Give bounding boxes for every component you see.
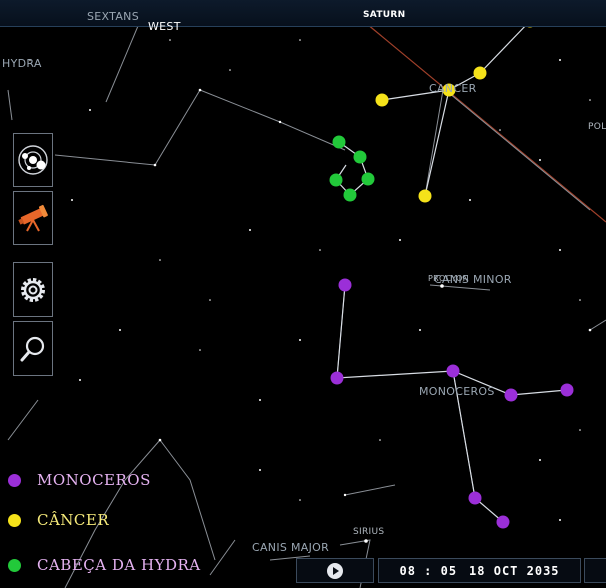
telescope-button[interactable] — [13, 191, 53, 245]
solar-system-button[interactable] — [13, 133, 53, 187]
time-bar-extra[interactable] — [584, 558, 606, 583]
label-sirius[interactable]: SIRIUS — [353, 527, 384, 537]
play-icon — [327, 562, 343, 579]
hydra-head-lines — [335, 141, 369, 196]
legend-dot — [8, 473, 21, 487]
label-canis-major: CANIS MAJOR — [252, 541, 330, 554]
monoceros-star — [338, 278, 352, 292]
monoceros-lines — [336, 284, 568, 523]
hydra-head-star — [353, 150, 367, 164]
cancer-star — [418, 189, 432, 203]
monoceros-star — [560, 383, 574, 397]
monoceros-star — [504, 388, 518, 402]
solar-system-icon — [18, 145, 48, 175]
constellation-lines — [7, 25, 606, 588]
gear-icon — [21, 277, 45, 302]
search-button[interactable] — [13, 321, 53, 376]
datetime-display[interactable]: 08 : 05 18 OCT 2035 — [378, 558, 581, 583]
label-saturn[interactable]: SATURN — [363, 10, 405, 20]
legend-label: MONOCEROS — [37, 471, 151, 489]
label-west: WEST — [148, 20, 181, 33]
cancer-lines — [381, 20, 531, 197]
hydra-head-star — [332, 135, 346, 149]
legend-label: CABEÇA DA HYDRA — [37, 556, 201, 574]
monoceros-star — [330, 371, 344, 385]
label-hydra: HYDRA — [2, 57, 42, 70]
legend-dot — [8, 513, 21, 527]
play-button[interactable] — [296, 558, 374, 583]
label-monoceros: MONOCEROS — [419, 385, 495, 398]
legend-label: CÂNCER — [37, 511, 110, 529]
hydra-head-star — [361, 172, 375, 186]
legend-item-monoceros: MONOCEROS — [8, 471, 151, 489]
ecliptic-line — [337, 0, 606, 223]
legend-item-cancer: CÂNCER — [8, 511, 109, 529]
cancer-stars — [375, 14, 537, 203]
date-display[interactable]: 18 OCT 2035 — [469, 564, 559, 578]
telescope-icon — [18, 204, 48, 232]
label-canis-minor: CANIS MINOR — [434, 273, 512, 286]
search-icon — [20, 336, 45, 361]
monoceros-star — [496, 515, 510, 529]
label-pollux[interactable]: POLL — [588, 122, 606, 132]
cancer-star — [375, 93, 389, 107]
legend-item-hydra-head: CABEÇA DA HYDRA — [8, 556, 201, 574]
settings-button[interactable] — [13, 262, 53, 317]
monoceros-star — [468, 491, 482, 505]
monoceros-star — [446, 364, 460, 378]
hydra-head-stars — [329, 135, 375, 202]
label-cancer: CANCER — [429, 82, 477, 95]
sky-map[interactable] — [0, 0, 606, 588]
time-display[interactable]: 08 : 05 — [399, 564, 457, 578]
cancer-star — [473, 66, 487, 80]
hydra-head-star — [343, 188, 357, 202]
legend-dot — [8, 558, 21, 572]
hydra-head-star — [329, 173, 343, 187]
label-sextans: SEXTANS — [87, 10, 139, 23]
